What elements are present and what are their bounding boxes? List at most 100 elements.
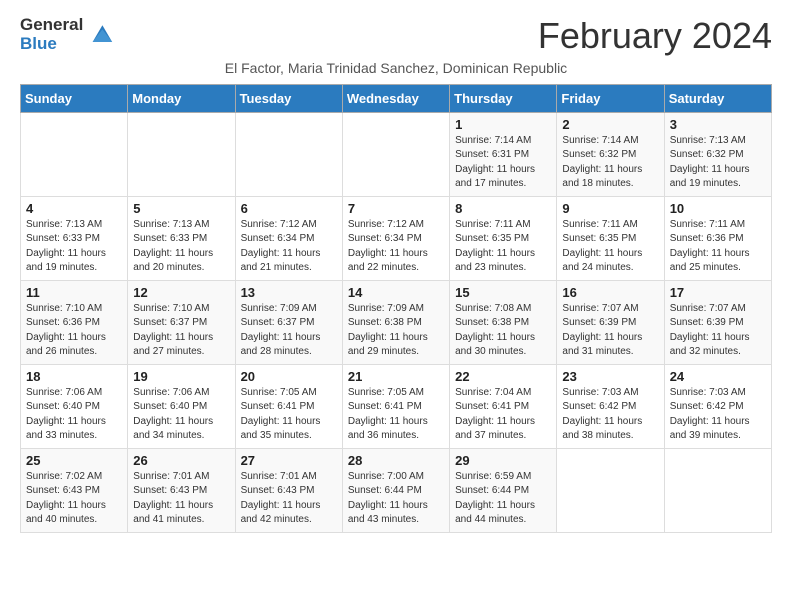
day-info: Sunrise: 7:12 AM Sunset: 6:34 PM Dayligh… [348, 218, 444, 276]
location: El Factor, Maria Trinidad Sanchez, Domin… [20, 60, 772, 76]
logo-line1: General [20, 16, 83, 35]
day-info: Sunrise: 7:03 AM Sunset: 6:42 PM Dayligh… [562, 386, 658, 444]
day-header-wednesday: Wednesday [342, 84, 449, 112]
day-info: Sunrise: 7:10 AM Sunset: 6:37 PM Dayligh… [133, 302, 229, 360]
day-header-monday: Monday [128, 84, 235, 112]
calendar-table: SundayMondayTuesdayWednesdayThursdayFrid… [20, 84, 772, 533]
day-info: Sunrise: 7:11 AM Sunset: 6:35 PM Dayligh… [562, 218, 658, 276]
day-number: 22 [455, 369, 551, 384]
day-info: Sunrise: 6:59 AM Sunset: 6:44 PM Dayligh… [455, 470, 551, 528]
day-number: 3 [670, 117, 766, 132]
day-cell: 10 Sunrise: 7:11 AM Sunset: 6:36 PM Dayli… [664, 196, 771, 280]
day-info: Sunrise: 7:13 AM Sunset: 6:33 PM Dayligh… [26, 218, 122, 276]
day-cell: 27 Sunrise: 7:01 AM Sunset: 6:43 PM Dayli… [235, 448, 342, 532]
day-number: 9 [562, 201, 658, 216]
week-row-2: 4 Sunrise: 7:13 AM Sunset: 6:33 PM Daylig… [21, 196, 772, 280]
week-row-1: 1 Sunrise: 7:14 AM Sunset: 6:31 PM Daylig… [21, 112, 772, 196]
day-cell: 28 Sunrise: 7:00 AM Sunset: 6:44 PM Dayli… [342, 448, 449, 532]
day-header-row: SundayMondayTuesdayWednesdayThursdayFrid… [21, 84, 772, 112]
day-number: 25 [26, 453, 122, 468]
day-number: 6 [241, 201, 337, 216]
day-cell: 19Sunrise: 7:06 AM Sunset: 6:40 PM Dayli… [128, 364, 235, 448]
day-number: 5 [133, 201, 229, 216]
day-info: Sunrise: 7:03 AM Sunset: 6:42 PM Dayligh… [670, 386, 766, 444]
day-cell: 4 Sunrise: 7:13 AM Sunset: 6:33 PM Daylig… [21, 196, 128, 280]
day-info: Sunrise: 7:05 AM Sunset: 6:41 PM Dayligh… [241, 386, 337, 444]
day-number: 7 [348, 201, 444, 216]
day-info: Sunrise: 7:07 AM Sunset: 6:39 PM Dayligh… [670, 302, 766, 360]
day-info: Sunrise: 7:12 AM Sunset: 6:34 PM Dayligh… [241, 218, 337, 276]
day-number: 15 [455, 285, 551, 300]
day-number: 12 [133, 285, 229, 300]
day-header-thursday: Thursday [450, 84, 557, 112]
day-cell: 11 Sunrise: 7:10 AM Sunset: 6:36 PM Dayli… [21, 280, 128, 364]
day-cell [557, 448, 664, 532]
day-number: 1 [455, 117, 551, 132]
day-number: 13 [241, 285, 337, 300]
day-cell: 18Sunrise: 7:06 AM Sunset: 6:40 PM Dayli… [21, 364, 128, 448]
logo-line2: Blue [20, 35, 83, 54]
day-number: 10 [670, 201, 766, 216]
day-cell: 14 Sunrise: 7:09 AM Sunset: 6:38 PM Dayli… [342, 280, 449, 364]
day-cell: 25 Sunrise: 7:02 AM Sunset: 6:43 PM Dayli… [21, 448, 128, 532]
day-cell [128, 112, 235, 196]
day-cell: 7 Sunrise: 7:12 AM Sunset: 6:34 PM Daylig… [342, 196, 449, 280]
day-cell: 24Sunrise: 7:03 AM Sunset: 6:42 PM Dayli… [664, 364, 771, 448]
day-number: 17 [670, 285, 766, 300]
day-info: Sunrise: 7:08 AM Sunset: 6:38 PM Dayligh… [455, 302, 551, 360]
day-info: Sunrise: 7:14 AM Sunset: 6:31 PM Dayligh… [455, 134, 551, 192]
day-info: Sunrise: 7:10 AM Sunset: 6:36 PM Dayligh… [26, 302, 122, 360]
day-cell: 16Sunrise: 7:07 AM Sunset: 6:39 PM Dayli… [557, 280, 664, 364]
day-info: Sunrise: 7:05 AM Sunset: 6:41 PM Dayligh… [348, 386, 444, 444]
day-info: Sunrise: 7:11 AM Sunset: 6:36 PM Dayligh… [670, 218, 766, 276]
title-block: February 2024 [538, 16, 772, 56]
day-cell [21, 112, 128, 196]
day-number: 20 [241, 369, 337, 384]
day-cell: 6 Sunrise: 7:12 AM Sunset: 6:34 PM Daylig… [235, 196, 342, 280]
day-number: 28 [348, 453, 444, 468]
day-info: Sunrise: 7:13 AM Sunset: 6:32 PM Dayligh… [670, 134, 766, 192]
day-cell: 23 Sunrise: 7:03 AM Sunset: 6:42 PM Dayli… [557, 364, 664, 448]
day-number: 27 [241, 453, 337, 468]
day-number: 4 [26, 201, 122, 216]
day-info: Sunrise: 7:00 AM Sunset: 6:44 PM Dayligh… [348, 470, 444, 528]
day-info: Sunrise: 7:13 AM Sunset: 6:33 PM Dayligh… [133, 218, 229, 276]
day-info: Sunrise: 7:11 AM Sunset: 6:35 PM Dayligh… [455, 218, 551, 276]
day-number: 11 [26, 285, 122, 300]
week-row-5: 25 Sunrise: 7:02 AM Sunset: 6:43 PM Dayli… [21, 448, 772, 532]
day-info: Sunrise: 7:01 AM Sunset: 6:43 PM Dayligh… [133, 470, 229, 528]
day-number: 16 [562, 285, 658, 300]
day-cell: 17 Sunrise: 7:07 AM Sunset: 6:39 PM Dayli… [664, 280, 771, 364]
day-cell: 12 Sunrise: 7:10 AM Sunset: 6:37 PM Dayli… [128, 280, 235, 364]
day-cell [235, 112, 342, 196]
day-cell: 3 Sunrise: 7:13 AM Sunset: 6:32 PM Daylig… [664, 112, 771, 196]
logo-icon [87, 21, 115, 49]
day-info: Sunrise: 7:02 AM Sunset: 6:43 PM Dayligh… [26, 470, 122, 528]
day-number: 19 [133, 369, 229, 384]
day-info: Sunrise: 7:09 AM Sunset: 6:38 PM Dayligh… [348, 302, 444, 360]
day-info: Sunrise: 7:09 AM Sunset: 6:37 PM Dayligh… [241, 302, 337, 360]
day-cell: 9 Sunrise: 7:11 AM Sunset: 6:35 PM Daylig… [557, 196, 664, 280]
day-header-sunday: Sunday [21, 84, 128, 112]
week-row-4: 18Sunrise: 7:06 AM Sunset: 6:40 PM Dayli… [21, 364, 772, 448]
day-number: 14 [348, 285, 444, 300]
day-number: 23 [562, 369, 658, 384]
day-cell: 5 Sunrise: 7:13 AM Sunset: 6:33 PM Daylig… [128, 196, 235, 280]
day-header-friday: Friday [557, 84, 664, 112]
day-number: 18 [26, 369, 122, 384]
week-row-3: 11 Sunrise: 7:10 AM Sunset: 6:36 PM Dayli… [21, 280, 772, 364]
month-title: February 2024 [538, 16, 772, 56]
day-cell: 20 Sunrise: 7:05 AM Sunset: 6:41 PM Dayli… [235, 364, 342, 448]
day-number: 2 [562, 117, 658, 132]
day-cell: 29Sunrise: 6:59 AM Sunset: 6:44 PM Dayli… [450, 448, 557, 532]
day-cell: 13 Sunrise: 7:09 AM Sunset: 6:37 PM Dayli… [235, 280, 342, 364]
day-header-tuesday: Tuesday [235, 84, 342, 112]
day-cell [664, 448, 771, 532]
day-cell: 21Sunrise: 7:05 AM Sunset: 6:41 PM Dayli… [342, 364, 449, 448]
day-info: Sunrise: 7:04 AM Sunset: 6:41 PM Dayligh… [455, 386, 551, 444]
day-info: Sunrise: 7:14 AM Sunset: 6:32 PM Dayligh… [562, 134, 658, 192]
day-cell: 26Sunrise: 7:01 AM Sunset: 6:43 PM Dayli… [128, 448, 235, 532]
day-info: Sunrise: 7:01 AM Sunset: 6:43 PM Dayligh… [241, 470, 337, 528]
day-cell: 15 Sunrise: 7:08 AM Sunset: 6:38 PM Dayli… [450, 280, 557, 364]
day-number: 8 [455, 201, 551, 216]
